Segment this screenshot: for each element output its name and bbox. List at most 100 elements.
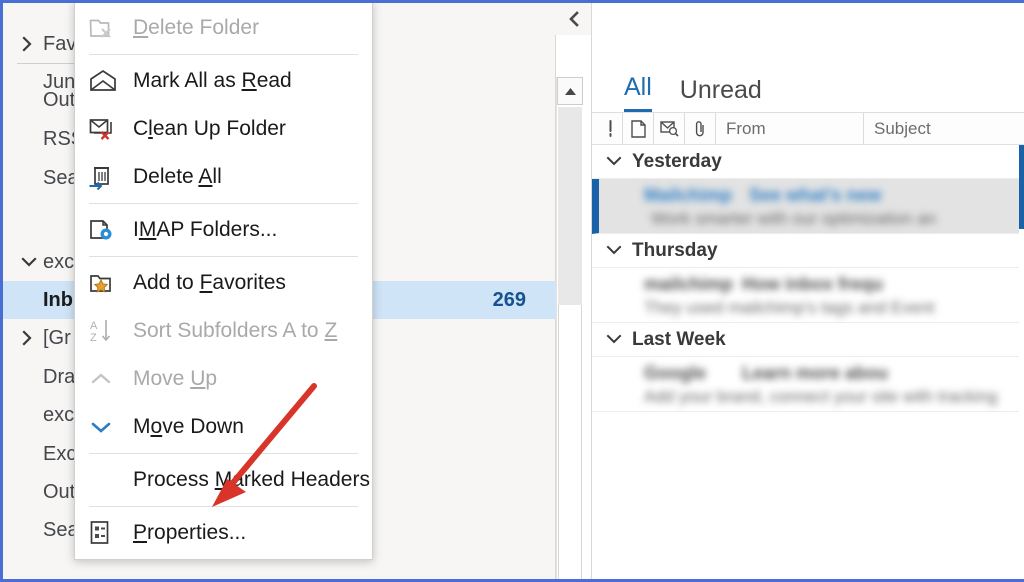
menu-item-mark-all-as-read[interactable]: Mark All as Read: [75, 57, 372, 105]
menu-separator: [89, 453, 358, 454]
sidebar-item-label: exc: [43, 250, 75, 273]
envelope-clean-icon-slot: [89, 117, 133, 141]
chevron-down-icon[interactable]: [606, 151, 632, 173]
sidebar-item-label: Inb: [43, 288, 73, 311]
message-subject: Learn more abou: [742, 363, 889, 383]
menu-item-label: Move Up: [133, 367, 218, 390]
chevron-up-icon-slot: [89, 371, 133, 387]
message-preview: They used mailchimp's tags and Event: [644, 298, 935, 317]
properties-icon-slot: [89, 520, 133, 546]
sidebar-item-label: Exc: [43, 442, 77, 465]
envelope-open-icon-slot: [89, 69, 133, 93]
chevron-up-icon: [89, 371, 113, 387]
message-sender: Mailchimp: [644, 185, 733, 205]
folder-context-menu: Delete Folder Mark All as Read Clean Up Fo…: [74, 3, 373, 560]
folder-star-icon-slot: [89, 271, 133, 295]
column-header-subject[interactable]: Subject: [864, 113, 1024, 145]
folder-gear-icon-slot: [89, 218, 133, 242]
scroll-up-button[interactable]: [557, 77, 583, 105]
importance-icon[interactable]: [592, 112, 623, 145]
chevron-down-icon: [21, 256, 43, 269]
chevron-down-icon: [89, 419, 113, 435]
outlook-window: FavJunOutRSSSeaexcInb269[GrDraexcExcOutS…: [0, 0, 1024, 582]
envelope-clean-icon: [89, 117, 117, 141]
folder-star-icon: [89, 271, 115, 295]
date-group-label: Yesterday: [632, 150, 722, 172]
message-preview: Work smarter with our optimization an: [651, 209, 937, 228]
trash-arrow-icon: [89, 164, 115, 191]
chevron-right-icon: [21, 36, 43, 52]
filter-tabs: All Unread: [592, 59, 1024, 113]
chevron-down-icon[interactable]: [606, 329, 632, 351]
message-preview: Add your brand, connect your site with t…: [644, 387, 998, 406]
menu-item-label: IMAP Folders...: [133, 218, 278, 241]
menu-item-move-down[interactable]: Move Down: [75, 403, 372, 451]
unread-count-badge: 269: [492, 288, 526, 311]
menu-item-process-marked-headers[interactable]: Process Marked Headers: [75, 456, 372, 504]
trash-arrow-icon-slot: [89, 164, 133, 191]
page-icon[interactable]: [623, 112, 654, 145]
message-row[interactable]: Google Learn more abou Add your brand, con…: [592, 357, 1024, 412]
attachment-icon[interactable]: [685, 112, 716, 145]
menu-item-label: Add to Favorites: [133, 271, 286, 294]
message-list-pane: All Unread From Subject Yesterday Mailchi…: [591, 3, 1024, 579]
sidebar-item-label: Out: [43, 480, 76, 503]
message-sender: Google: [644, 363, 706, 383]
menu-separator: [89, 256, 358, 257]
chevron-right-icon: [21, 330, 43, 346]
sidebar-item-label: Out: [43, 88, 76, 111]
chevron-down-icon[interactable]: [606, 240, 632, 262]
menu-item-label: Delete All: [133, 165, 222, 188]
folder-delete-icon: [89, 16, 115, 40]
svg-text:Z: Z: [90, 332, 97, 344]
sidebar-item-label: exc: [43, 403, 75, 426]
chevron-left-icon: [568, 11, 579, 27]
svg-text:A: A: [90, 320, 98, 332]
folder-pane-scrollbar[interactable]: [556, 77, 583, 579]
message-row[interactable]: Mailchimp See what's new Work smarter with…: [592, 179, 1024, 234]
menu-item-label: Delete Folder: [133, 16, 260, 39]
tab-unread[interactable]: Unread: [680, 78, 762, 112]
menu-item-sort-subfolders: A Z Sort Subfolders A to Z: [75, 307, 372, 355]
scrollbar-track[interactable]: [558, 305, 582, 579]
date-group-label: Thursday: [632, 239, 718, 261]
folder-gear-icon: [89, 218, 115, 242]
scrollbar-thumb[interactable]: [1019, 145, 1024, 229]
menu-item-properties[interactable]: Properties...: [75, 509, 372, 557]
tab-all[interactable]: All: [624, 75, 652, 112]
message-subject: See what's new: [749, 185, 882, 205]
sort-az-icon: AZ: [89, 318, 115, 344]
menu-item-label: Clean Up Folder: [133, 117, 286, 140]
menu-item-imap-folders[interactable]: IMAP Folders...: [75, 206, 372, 254]
menu-item-clean-up-folder[interactable]: Clean Up Folder: [75, 105, 372, 153]
date-group-header[interactable]: Yesterday: [592, 145, 1024, 179]
menu-item-delete-folder: Delete Folder: [75, 4, 372, 52]
message-subject: How inbox frequ: [742, 274, 883, 294]
menu-item-label: Sort Subfolders A to Z: [133, 319, 338, 342]
sidebar-item-label: [Gr: [43, 326, 71, 349]
message-sender: mailchimp: [644, 274, 734, 294]
menu-item-move-up: Move Up: [75, 355, 372, 403]
menu-item-label: Process Marked Headers: [133, 468, 370, 491]
column-header-row: From Subject: [592, 112, 1024, 145]
menu-item-delete-all[interactable]: Delete All: [75, 153, 372, 201]
envelope-open-icon: [89, 69, 117, 93]
column-header-from[interactable]: From: [716, 112, 864, 145]
menu-separator: [89, 203, 358, 204]
scrollbar-thumb[interactable]: [558, 107, 582, 305]
triangle-up-icon: [564, 87, 576, 95]
properties-icon: [89, 520, 111, 546]
reply-status-icon[interactable]: [654, 112, 685, 145]
sidebar-item-label: Dra: [43, 365, 76, 388]
collapse-pane-button[interactable]: [555, 3, 591, 35]
menu-item-label: Properties...: [133, 521, 247, 544]
date-group-label: Last Week: [632, 328, 726, 350]
message-row[interactable]: mailchimp How inbox frequ They used mailch…: [592, 268, 1024, 323]
date-group-header[interactable]: Last Week: [592, 323, 1024, 357]
date-group-header[interactable]: Thursday: [592, 234, 1024, 268]
chevron-down-icon-slot: [89, 419, 133, 435]
sidebar-item-label: Fav: [43, 32, 77, 55]
menu-item-add-to-favorites[interactable]: Add to Favorites: [75, 259, 372, 307]
menu-separator: [89, 506, 358, 507]
message-list-scrollbar[interactable]: [1019, 145, 1024, 579]
